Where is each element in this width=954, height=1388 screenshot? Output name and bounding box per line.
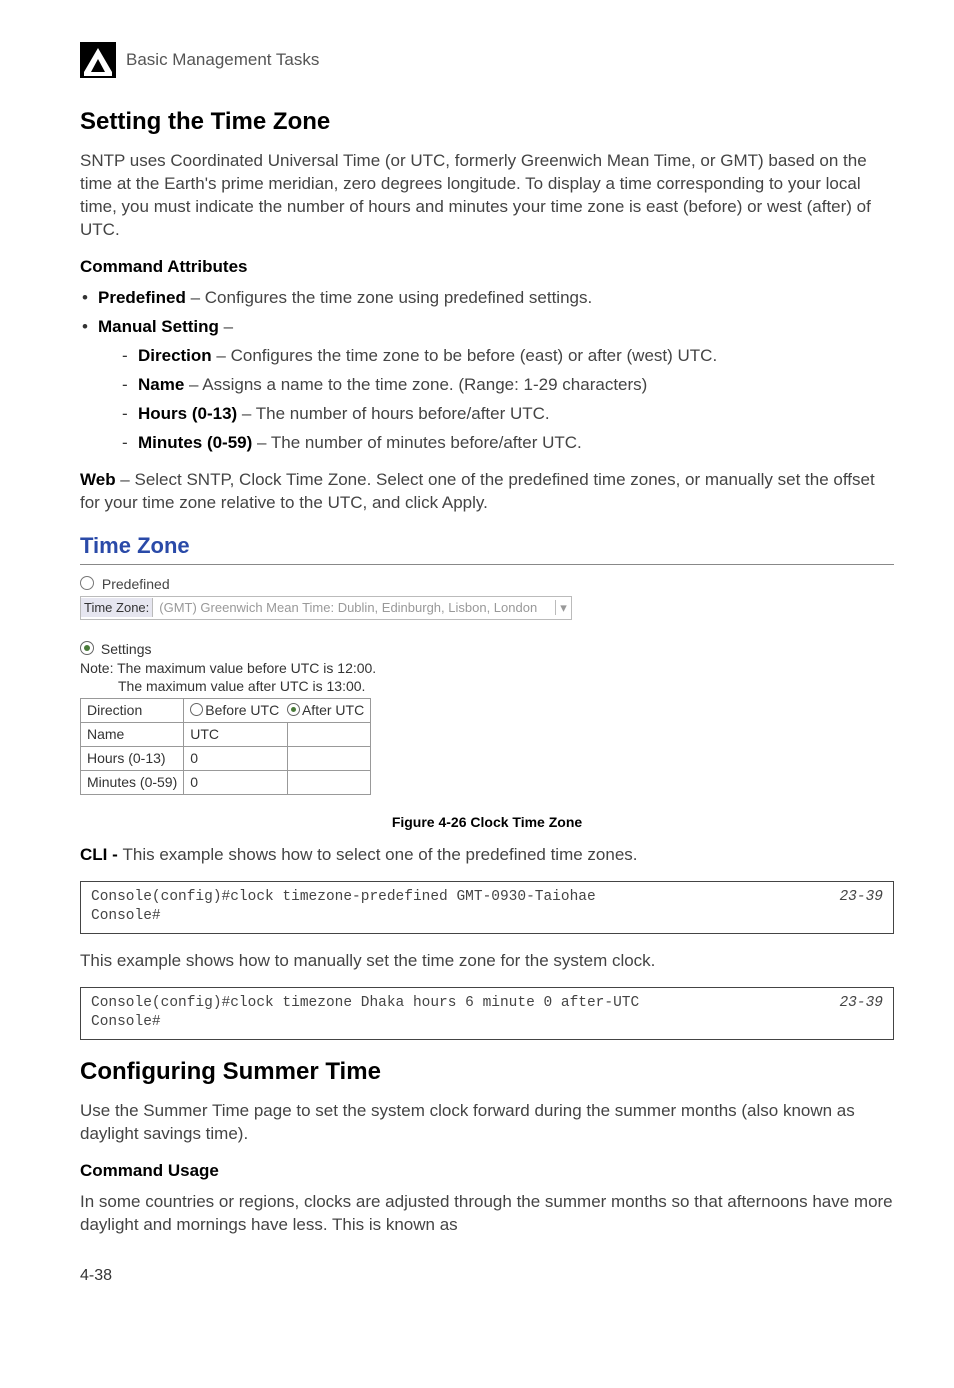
code-block-1: Console(config)#clock timezone-predefine… xyxy=(80,881,894,934)
command-attributes-heading: Command Attributes xyxy=(80,256,894,279)
intro-paragraph: SNTP uses Coordinated Universal Time (or… xyxy=(80,150,894,242)
predefined-radio-label: Predefined xyxy=(102,576,170,592)
sub-name: Name – Assigns a name to the time zone. … xyxy=(120,374,894,397)
section-title-summer: Configuring Summer Time xyxy=(80,1056,894,1088)
code2-ref: 23-39 xyxy=(839,994,883,1014)
cell-name-spacer xyxy=(288,723,371,747)
page-number: 4-38 xyxy=(80,1265,894,1287)
cli-text: This example shows how to select one of … xyxy=(123,845,638,864)
attribute-list: Predefined – Configures the time zone us… xyxy=(80,287,894,455)
section-title-timezone: Setting the Time Zone xyxy=(80,106,894,138)
minutes-text: – The number of minutes before/after UTC… xyxy=(252,433,581,452)
manual-text: – xyxy=(219,317,233,336)
timezone-select-row: Time Zone:(GMT) Greenwich Mean Time: Dub… xyxy=(80,596,572,620)
web-label: Web xyxy=(80,470,116,489)
after-utc-radio[interactable] xyxy=(287,703,300,716)
cli-label: CLI - xyxy=(80,845,123,864)
command-usage-text: In some countries or regions, clocks are… xyxy=(80,1191,894,1237)
settings-label: Settings xyxy=(101,641,152,657)
code1-line1: Console(config)#clock timezone-predefine… xyxy=(91,889,596,905)
sub-minutes: Minutes (0-59) – The number of minutes b… xyxy=(120,432,894,455)
manual-sublist: Direction – Configures the time zone to … xyxy=(120,345,894,455)
settings-note1: Note: The maximum value before UTC is 12… xyxy=(80,659,894,678)
web-paragraph: Web – Select SNTP, Clock Time Zone. Sele… xyxy=(80,469,894,515)
cell-hours-spacer xyxy=(288,747,371,771)
sub-hours: Hours (0-13) – The number of hours befor… xyxy=(120,403,894,426)
divider xyxy=(80,564,894,565)
predefined-label: Predefined xyxy=(98,288,186,307)
row-hours: Hours (0-13) 0 xyxy=(81,747,371,771)
cell-minutes-label: Minutes (0-59) xyxy=(81,771,184,795)
figure-caption: Figure 4-26 Clock Time Zone xyxy=(80,813,894,832)
after-utc-label: After UTC xyxy=(302,702,364,718)
timezone-select-value[interactable]: (GMT) Greenwich Mean Time: Dublin, Edinb… xyxy=(153,597,555,619)
summer-intro: Use the Summer Time page to set the syst… xyxy=(80,1100,894,1146)
predefined-radio-row: Predefined xyxy=(80,575,894,594)
command-usage-heading: Command Usage xyxy=(80,1160,894,1183)
web-text: – Select SNTP, Clock Time Zone. Select o… xyxy=(80,470,875,512)
settings-radio[interactable] xyxy=(80,641,94,655)
predefined-radio[interactable] xyxy=(80,576,94,590)
cell-name-label: Name xyxy=(81,723,184,747)
hours-label: Hours (0-13) xyxy=(138,404,237,423)
before-utc-label: Before UTC xyxy=(205,702,279,718)
hours-text: – The number of hours before/after UTC. xyxy=(237,404,549,423)
code1-line2: Console# xyxy=(91,908,161,924)
settings-table: Direction Before UTC After UTC Name UTC … xyxy=(80,698,371,795)
cell-direction-value: Before UTC After UTC xyxy=(184,699,371,723)
cell-hours-value[interactable]: 0 xyxy=(184,747,288,771)
settings-radio-row: Settings xyxy=(80,640,894,659)
timezone-panel-title: Time Zone xyxy=(80,531,894,561)
code-block-2: Console(config)#clock timezone Dhaka hou… xyxy=(80,987,894,1040)
row-name: Name UTC xyxy=(81,723,371,747)
direction-text: – Configures the time zone to be before … xyxy=(212,346,718,365)
before-utc-radio[interactable] xyxy=(190,703,203,716)
code1-ref: 23-39 xyxy=(839,888,883,908)
sub-direction: Direction – Configures the time zone to … xyxy=(120,345,894,368)
name-label: Name xyxy=(138,375,184,394)
page-header: Basic Management Tasks xyxy=(80,42,894,78)
code2-line1: Console(config)#clock timezone Dhaka hou… xyxy=(91,995,639,1011)
breadcrumb: Basic Management Tasks xyxy=(126,49,319,72)
manual-label: Manual Setting xyxy=(98,317,219,336)
cell-direction-label: Direction xyxy=(81,699,184,723)
row-direction: Direction Before UTC After UTC xyxy=(81,699,371,723)
minutes-label: Minutes (0-59) xyxy=(138,433,252,452)
predefined-text: – Configures the time zone using predefi… xyxy=(186,288,592,307)
code2-line2: Console# xyxy=(91,1014,161,1030)
bullet-predefined: Predefined – Configures the time zone us… xyxy=(80,287,894,310)
settings-note2: The maximum value after UTC is 13:00. xyxy=(80,677,894,696)
dropdown-icon[interactable]: ▾ xyxy=(555,600,571,615)
cell-hours-label: Hours (0-13) xyxy=(81,747,184,771)
chapter-badge xyxy=(80,42,116,78)
cli-between-text: This example shows how to manually set t… xyxy=(80,950,894,973)
cell-minutes-value[interactable]: 0 xyxy=(184,771,288,795)
cell-name-value[interactable]: UTC xyxy=(184,723,288,747)
direction-label: Direction xyxy=(138,346,212,365)
cell-minutes-spacer xyxy=(288,771,371,795)
row-minutes: Minutes (0-59) 0 xyxy=(81,771,371,795)
settings-block: Settings Note: The maximum value before … xyxy=(80,640,894,795)
name-text: – Assigns a name to the time zone. (Rang… xyxy=(184,375,647,394)
bullet-manual: Manual Setting – Direction – Configures … xyxy=(80,316,894,455)
timezone-select-label: Time Zone: xyxy=(81,598,153,617)
cli-intro: CLI - This example shows how to select o… xyxy=(80,844,894,867)
